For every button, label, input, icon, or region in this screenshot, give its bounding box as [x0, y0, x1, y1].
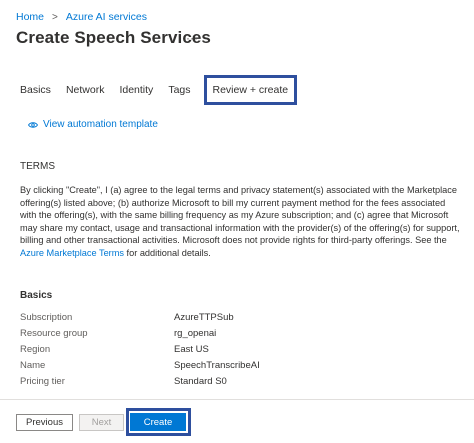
tab-network[interactable]: Network — [66, 84, 105, 96]
azure-marketplace-terms-link[interactable]: Azure Marketplace Terms — [20, 248, 124, 258]
breadcrumb: Home > Azure AI services — [16, 11, 147, 23]
summary-row-pricing-tier: Pricing tier Standard S0 — [20, 373, 260, 389]
eye-icon — [28, 121, 38, 128]
summary-row-name: Name SpeechTranscribeAI — [20, 357, 260, 373]
basics-summary: Subscription AzureTTPSub Resource group … — [20, 309, 260, 389]
summary-row-resource-group: Resource group rg_openai — [20, 325, 260, 341]
footer-divider — [0, 399, 474, 400]
summary-value: rg_openai — [174, 327, 217, 339]
wizard-tabs: Basics Network Identity Tags Review + cr… — [20, 74, 312, 105]
terms-text: By clicking "Create", I (a) agree to the… — [20, 184, 460, 259]
summary-label: Pricing tier — [20, 375, 65, 387]
more-options-icon[interactable]: ··· — [186, 31, 198, 45]
view-automation-template-link[interactable]: View automation template — [28, 119, 158, 130]
basics-section-heading: Basics — [20, 290, 53, 301]
tab-basics[interactable]: Basics — [20, 84, 51, 96]
summary-label: Name — [20, 359, 46, 371]
terms-text-part-1: By clicking "Create", I (a) agree to the… — [20, 185, 460, 245]
summary-label: Subscription — [20, 311, 73, 323]
summary-label: Region — [20, 343, 51, 355]
terms-text-part-2: for additional details. — [124, 247, 211, 258]
next-button[interactable]: Next — [79, 414, 124, 431]
breadcrumb-azure-ai-services-link[interactable]: Azure AI services — [66, 11, 147, 23]
summary-value: Standard S0 — [174, 375, 227, 387]
summary-label: Resource group — [20, 327, 88, 339]
create-button[interactable]: Create — [130, 413, 186, 431]
summary-row-subscription: Subscription AzureTTPSub — [20, 309, 260, 325]
summary-value: SpeechTranscribeAI — [174, 359, 260, 371]
summary-value: AzureTTPSub — [174, 311, 234, 323]
previous-button[interactable]: Previous — [16, 414, 73, 431]
breadcrumb-home-link[interactable]: Home — [16, 11, 44, 23]
terms-heading: TERMS — [20, 161, 55, 172]
summary-row-region: Region East US — [20, 341, 260, 357]
tab-review-create[interactable]: Review + create — [203, 74, 298, 105]
view-automation-template-label: View automation template — [43, 119, 158, 130]
breadcrumb-separator: > — [52, 11, 58, 23]
page-title: Create Speech Services — [16, 28, 211, 47]
summary-value: East US — [174, 343, 209, 355]
tab-tags[interactable]: Tags — [168, 84, 190, 96]
tab-identity[interactable]: Identity — [119, 84, 153, 96]
